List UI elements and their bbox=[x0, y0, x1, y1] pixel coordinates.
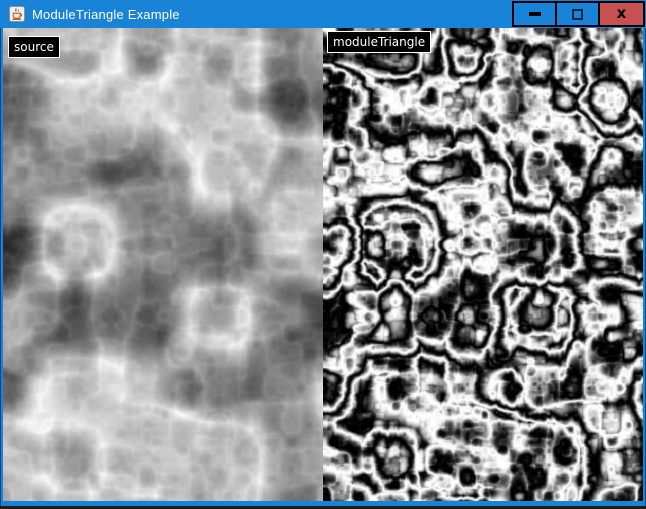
window-controls: x bbox=[512, 1, 645, 27]
panel-moduletriangle: moduleTriangle bbox=[323, 28, 643, 501]
close-button[interactable]: x bbox=[598, 1, 645, 27]
minimize-icon bbox=[529, 12, 541, 16]
moduletriangle-label: moduleTriangle bbox=[327, 31, 431, 53]
close-icon: x bbox=[617, 6, 627, 21]
maximize-icon bbox=[572, 9, 583, 20]
content-area: source moduleTriangle bbox=[3, 28, 643, 501]
maximize-button[interactable] bbox=[555, 1, 600, 27]
window-title: ModuleTriangle Example bbox=[32, 7, 180, 22]
panel-source: source bbox=[3, 28, 323, 501]
app-window: ModuleTriangle Example x source moduleTr… bbox=[0, 0, 646, 509]
source-noise-canvas bbox=[3, 28, 323, 501]
titlebar[interactable]: ModuleTriangle Example x bbox=[0, 0, 646, 28]
minimize-button[interactable] bbox=[512, 1, 557, 27]
java-app-icon bbox=[9, 6, 25, 22]
moduletriangle-noise-canvas bbox=[323, 28, 643, 501]
source-label: source bbox=[8, 36, 60, 58]
